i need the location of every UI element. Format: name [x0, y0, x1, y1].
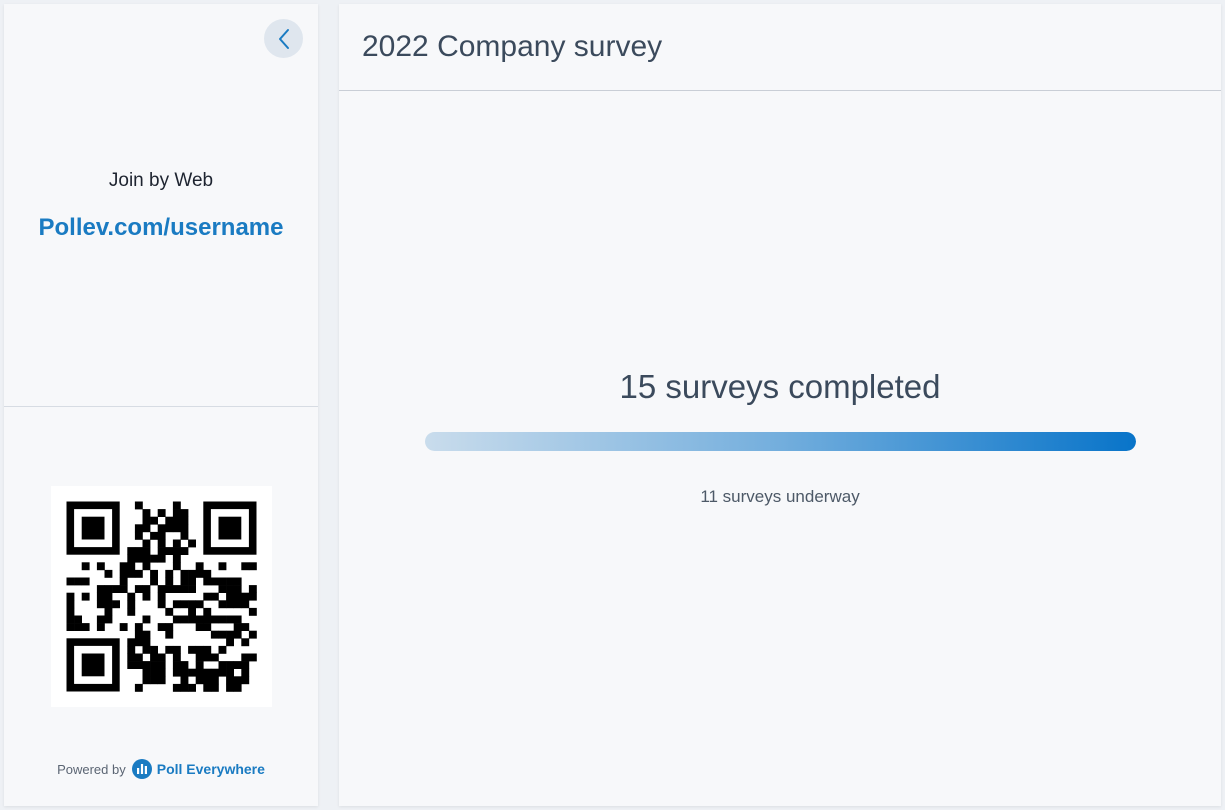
poll-everywhere-logo[interactable]: Poll Everywhere: [131, 759, 265, 779]
underway-count: 11 surveys underway: [700, 487, 860, 506]
main-panel: 2022 Company survey 15 surveys completed…: [339, 4, 1221, 806]
completed-count: 15 surveys completed: [619, 368, 941, 405]
powered-by-label: Powered by: [57, 761, 126, 777]
page-title: 2022 Company survey: [339, 4, 1221, 91]
sidebar-divider: [4, 406, 318, 407]
powered-by: Powered by Poll Everywhere: [4, 759, 318, 779]
sidebar: Join by Web Pollev.com/username Powered …: [4, 4, 318, 806]
join-by-web-label: Join by Web: [108, 170, 214, 191]
poll-everywhere-icon: [131, 759, 152, 779]
qr-code: [51, 486, 272, 707]
progress-fill: [425, 432, 1136, 451]
progress-bar: [425, 432, 1136, 451]
chevron-left-icon: [278, 28, 289, 49]
join-url-link[interactable]: Pollev.com/username: [4, 214, 318, 242]
brand-name: Poll Everywhere: [156, 761, 265, 777]
collapse-sidebar-button[interactable]: [264, 19, 303, 58]
